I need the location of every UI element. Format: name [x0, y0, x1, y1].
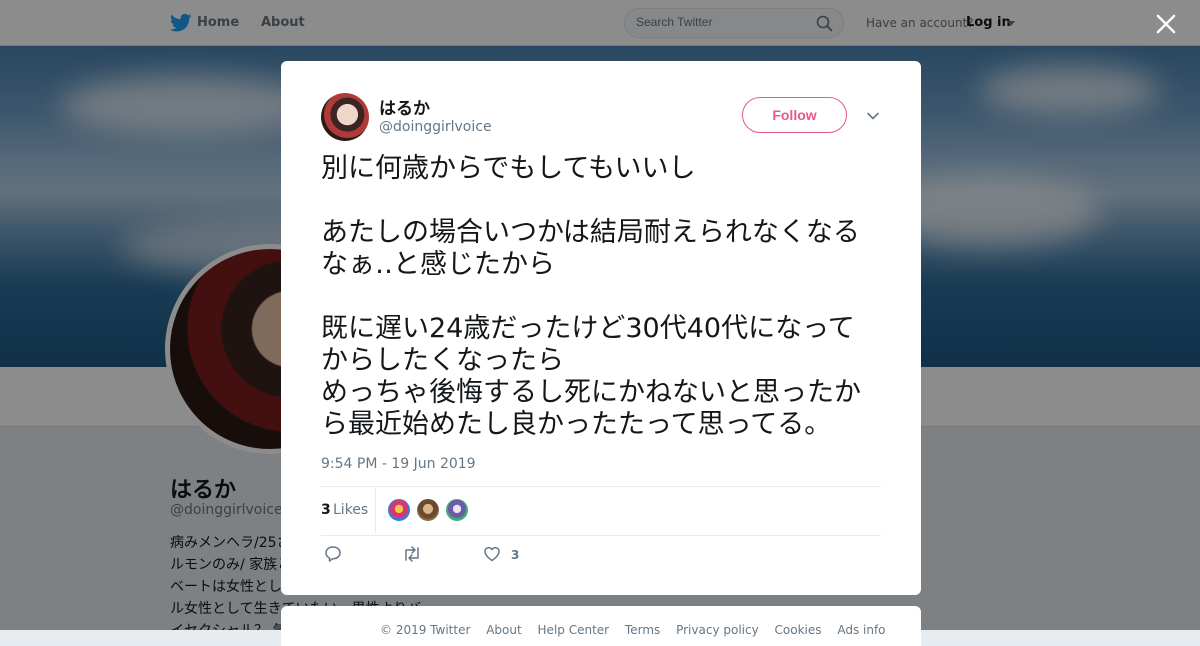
follow-button[interactable]: Follow: [742, 97, 847, 133]
retweet-icon[interactable]: [402, 545, 422, 563]
like-action-count[interactable]: 3: [511, 548, 519, 562]
tweet-modal: はるか @doinggirlvoice Follow 別に何歳からでもしてもいい…: [281, 61, 921, 595]
tweet-text: 別に何歳からでもしてもいいし あたしの場合いつかは結局耐えられなくなるなぁ‥と感…: [321, 153, 861, 440]
tweet-stats: 3 Likes: [321, 486, 881, 536]
reply-icon[interactable]: [324, 545, 342, 563]
footer-link[interactable]: About: [486, 623, 521, 637]
author-handle[interactable]: @doinggirlvoice: [379, 119, 492, 135]
stats-divider: [375, 487, 376, 533]
footer-link[interactable]: © 2019 Twitter: [380, 623, 470, 637]
footer-link[interactable]: Ads info: [837, 623, 885, 637]
author-avatar[interactable]: [321, 93, 369, 141]
footer-link[interactable]: Help Center: [538, 623, 610, 637]
close-icon[interactable]: [1154, 12, 1178, 36]
footer-link[interactable]: Terms: [625, 623, 660, 637]
author-name[interactable]: はるか: [379, 94, 430, 119]
footer-link[interactable]: Privacy policy: [676, 623, 759, 637]
footer-links: © 2019 Twitter About Help Center Terms P…: [380, 623, 898, 637]
heart-icon[interactable]: [483, 545, 501, 563]
chevron-down-icon[interactable]: [865, 108, 881, 124]
footer-link[interactable]: Cookies: [775, 623, 822, 637]
liker-avatar[interactable]: [416, 498, 440, 522]
tweet-timestamp[interactable]: 9:54 PM - 19 Jun 2019: [321, 456, 476, 472]
liker-avatar[interactable]: [445, 498, 469, 522]
footer-card: © 2019 Twitter About Help Center Terms P…: [281, 606, 921, 646]
likes-label[interactable]: Likes: [333, 502, 368, 518]
liker-avatar[interactable]: [387, 498, 411, 522]
likes-count[interactable]: 3: [321, 502, 331, 518]
